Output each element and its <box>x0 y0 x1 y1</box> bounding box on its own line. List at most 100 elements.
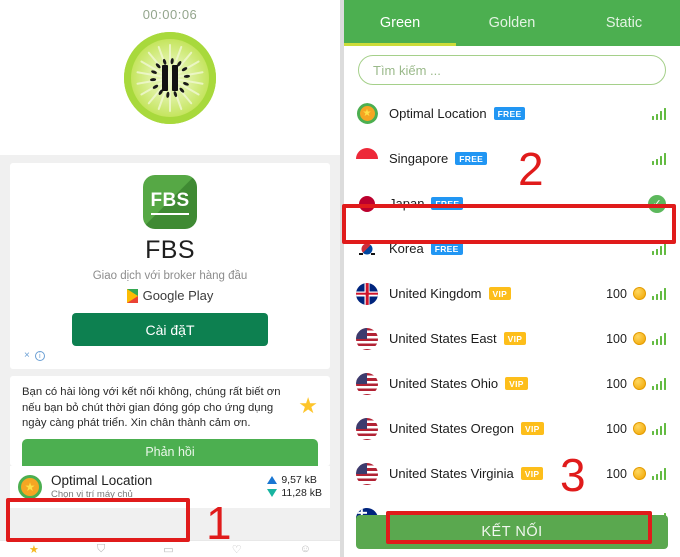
tab-label: Green <box>379 15 421 31</box>
google-play-row: Google Play <box>126 288 214 303</box>
signal-strength-icon <box>651 107 666 120</box>
pause-icon <box>162 65 178 91</box>
bottom-navigation-bar[interactable]: ★ ⛉ ▭ ♡ ☺ <box>0 540 340 557</box>
server-cost: 100 <box>606 376 627 391</box>
badge-vip: VIP <box>488 287 512 300</box>
kiwi-button-body <box>124 32 216 124</box>
server-cost: 100 <box>606 421 627 436</box>
badge-vip: VIP <box>520 467 544 480</box>
flag-united-kingdom-icon <box>356 282 378 305</box>
server-row[interactable]: United States Oregon VIP 100 <box>344 406 680 451</box>
kiwi-seed <box>149 77 157 81</box>
server-name: Japan <box>389 196 425 211</box>
close-icon[interactable]: × <box>24 350 30 361</box>
flag-united-states-icon <box>356 417 378 440</box>
badge-vip: VIP <box>505 377 528 390</box>
signal-strength-icon <box>651 152 666 165</box>
server-row-right: 100 <box>606 467 666 481</box>
server-name: United States Virginia <box>389 466 514 481</box>
nav-item-3[interactable]: ♡ <box>232 543 242 556</box>
server-cost: 100 <box>606 331 627 346</box>
server-row-right <box>651 152 666 165</box>
server-row[interactable]: ★ Optimal Location FREE <box>344 91 680 136</box>
fbs-logo-text: FBS <box>150 190 190 215</box>
tab-bar[interactable]: Green Golden Static <box>344 0 680 46</box>
signal-strength-icon <box>651 332 666 345</box>
left-panel: 00:00:06 FBS FBS Giao dịch với broker hà… <box>0 0 340 557</box>
optimal-location-subtitle: Chọn vị trí máy chủ <box>51 489 133 501</box>
badge-vip: VIP <box>503 332 527 345</box>
connect-button[interactable]: KẾT NỐI <box>356 515 668 549</box>
right-panel: GreenGoldenStatic ★Optimal LocationFREES… <box>340 0 680 557</box>
server-name: United States Ohio <box>389 376 499 391</box>
fbs-logo-icon: FBS <box>143 175 197 229</box>
server-row[interactable]: Japan FREE ✓ <box>344 181 680 226</box>
signal-strength-icon <box>651 377 666 390</box>
server-row-right: 100 <box>606 287 666 301</box>
server-name: Singapore <box>389 151 449 166</box>
flag-japan-icon <box>356 192 378 215</box>
server-name: United States Oregon <box>389 421 515 436</box>
signal-strength-icon <box>651 242 666 255</box>
tab-green[interactable]: Green <box>344 0 456 46</box>
badge-free: FREE <box>431 197 464 210</box>
annotation-number-2: 2 <box>518 143 544 195</box>
server-name: Optimal Location <box>389 106 487 121</box>
ad-footer: × i <box>24 350 45 361</box>
optimal-location-title: Optimal Location <box>51 473 153 489</box>
pause-button[interactable] <box>124 32 216 124</box>
server-row[interactable]: Korea FREE <box>344 226 680 271</box>
server-row-right <box>651 107 666 120</box>
nav-item-4[interactable]: ☺ <box>300 543 311 555</box>
flag-singapore-icon <box>356 147 378 170</box>
tab-label: Golden <box>488 15 536 31</box>
download-stat: 11,28 kB <box>267 487 322 499</box>
info-icon[interactable]: i <box>34 350 45 361</box>
nav-item-0[interactable]: ★ <box>29 543 39 556</box>
tab-golden[interactable]: Golden <box>456 0 568 46</box>
flag-united-states-icon <box>356 462 378 485</box>
tab-static[interactable]: Static <box>568 0 680 46</box>
server-row[interactable]: United Kingdom VIP 100 <box>344 271 680 316</box>
flag-united-states-icon <box>356 372 378 395</box>
star-icon: ★ <box>298 393 318 418</box>
connection-timer: 00:00:06 <box>142 7 198 22</box>
server-row[interactable]: United States Virginia VIP 100 <box>344 451 680 496</box>
server-row-right: 100 <box>606 377 666 391</box>
signal-strength-icon <box>651 287 666 300</box>
server-row[interactable]: United States East VIP 100 <box>344 316 680 361</box>
badge-free: FREE <box>455 152 488 165</box>
signal-strength-icon <box>651 422 666 435</box>
traffic-stats: 9,57 kB 11,28 kB <box>267 474 322 499</box>
nav-item-2[interactable]: ▭ <box>163 543 173 556</box>
server-cost: 100 <box>606 286 627 301</box>
server-row-right <box>651 242 666 255</box>
feedback-button[interactable]: Phản hồi <box>22 438 318 466</box>
server-row[interactable]: Singapore FREE <box>344 136 680 181</box>
signal-strength-icon <box>651 467 666 480</box>
tab-label: Static <box>605 15 643 31</box>
ad-subtitle: Giao dịch với broker hàng đầu <box>92 270 248 282</box>
coin-icon <box>632 287 646 300</box>
google-play-label: Google Play <box>142 288 214 303</box>
install-button[interactable]: Cài đặT <box>72 313 268 346</box>
server-cost: 100 <box>606 466 627 481</box>
selected-check-icon: ✓ <box>648 194 666 213</box>
advertisement-card[interactable]: FBS FBS Giao dịch với broker hàng đầu Go… <box>10 163 330 369</box>
server-name: United States East <box>389 331 497 346</box>
coin-icon <box>632 422 646 435</box>
server-name: United Kingdom <box>389 286 482 301</box>
nav-item-1[interactable]: ⛉ <box>97 543 105 556</box>
server-list[interactable]: ★ Optimal Location FREE Singapore FREE Japan F… <box>344 91 680 557</box>
coin-icon <box>632 332 646 345</box>
search-input[interactable] <box>358 55 666 85</box>
annotation-number-1: 1 <box>206 497 232 549</box>
flag-optimal-icon: ★ <box>356 103 378 125</box>
server-row[interactable]: United States Ohio VIP 100 <box>344 361 680 406</box>
server-row-right: 100 <box>606 332 666 346</box>
download-arrow-icon <box>267 489 278 498</box>
optimal-location-bar[interactable]: ★ Optimal Location Chọn vị trí máy chủ 9… <box>10 465 330 508</box>
server-row-right: 100 <box>606 422 666 436</box>
coin-icon <box>632 467 646 480</box>
annotation-number-3: 3 <box>560 449 586 501</box>
